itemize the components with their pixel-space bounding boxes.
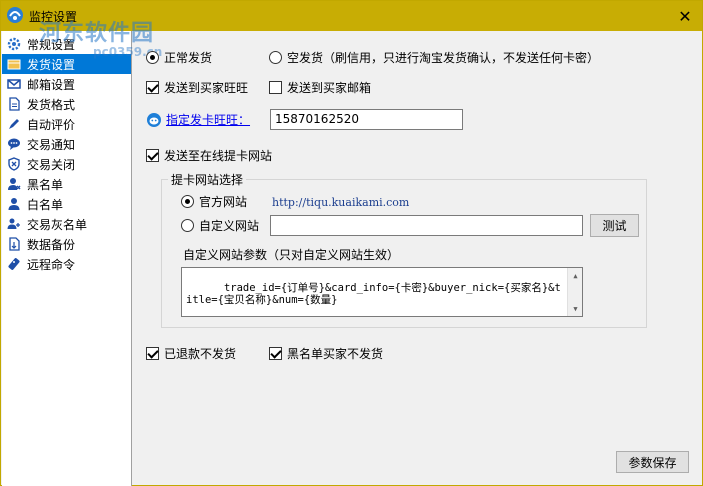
sidebar-item-label: 邮箱设置 [27, 77, 76, 92]
custom-site-radio[interactable]: 自定义网站 [181, 217, 259, 234]
sidebar-item-label: 交易关闭 [27, 157, 76, 172]
sidebar-item-delivery[interactable]: 发货设置 [2, 54, 131, 74]
sidebar-nav: 常规设置 发货设置 邮箱设置 发货格式 自动评价 交易通知 交易关闭 黑名单 白… [2, 31, 132, 486]
package-icon [6, 56, 22, 72]
close-icon: ✕ [678, 6, 692, 26]
checkbox-indicator [269, 81, 282, 94]
textarea-scrollbar[interactable]: ▲ ▼ [567, 268, 582, 316]
radio-indicator [181, 219, 194, 232]
online-site-checkbox[interactable]: 发送至在线提卡网站 [146, 147, 272, 164]
official-site-url: http://tiqu.kuaikami.com [272, 196, 410, 209]
custom-params-textarea[interactable]: trade_id={订单号}&card_info={卡密}&buyer_nick… [181, 267, 583, 317]
sidebar-item-label: 自动评价 [27, 117, 76, 132]
shield-icon [6, 156, 22, 172]
site-select-group-title: 提卡网站选择 [168, 171, 247, 188]
scroll-down-icon[interactable]: ▼ [568, 301, 582, 316]
sidebar-item-remote[interactable]: 远程命令 [2, 254, 131, 274]
users-icon [6, 216, 22, 232]
gear-icon [6, 36, 22, 52]
normal-delivery-radio[interactable]: 正常发货 [146, 49, 212, 66]
sidebar-item-blacklist[interactable]: 黑名单 [2, 174, 131, 194]
sidebar-item-whitelist[interactable]: 白名单 [2, 194, 131, 214]
sidebar-item-close-trade[interactable]: 交易关闭 [2, 154, 131, 174]
checkbox-indicator [146, 149, 159, 162]
scroll-up-icon[interactable]: ▲ [568, 268, 582, 283]
custom-params-text: trade_id={订单号}&card_info={卡密}&buyer_nick… [186, 282, 561, 306]
sidebar-item-label: 常规设置 [27, 37, 76, 52]
document-icon [6, 96, 22, 112]
sidebar-item-label: 白名单 [27, 197, 64, 212]
custom-site-input[interactable] [270, 215, 583, 236]
card-wangwang-link[interactable]: 指定发卡旺旺： [166, 111, 250, 128]
sidebar-item-greylist[interactable]: 交易灰名单 [2, 214, 131, 234]
test-button[interactable]: 测试 [590, 214, 639, 237]
sidebar-item-label: 黑名单 [27, 177, 64, 192]
sidebar-item-format[interactable]: 发货格式 [2, 94, 131, 114]
app-icon [7, 7, 23, 23]
refunded-no-ship-checkbox[interactable]: 已退款不发货 [146, 345, 236, 362]
sidebar-item-label: 数据备份 [27, 237, 76, 252]
sidebar-item-label: 发货设置 [27, 57, 76, 72]
send-email-checkbox[interactable]: 发送到买家邮箱 [269, 79, 371, 96]
official-site-radio[interactable]: 官方网站 [181, 193, 247, 210]
chat-icon [6, 136, 22, 152]
window-title: 监控设置 [29, 10, 78, 24]
sidebar-item-notify[interactable]: 交易通知 [2, 134, 131, 154]
radio-indicator [181, 195, 194, 208]
backup-icon [6, 236, 22, 252]
sidebar-item-email[interactable]: 邮箱设置 [2, 74, 131, 94]
blacklist-no-ship-checkbox[interactable]: 黑名单买家不发货 [269, 345, 383, 362]
sidebar-item-label: 发货格式 [27, 97, 76, 112]
sidebar-item-backup[interactable]: 数据备份 [2, 234, 131, 254]
sidebar-item-label: 交易灰名单 [27, 217, 88, 232]
radio-indicator [146, 51, 159, 64]
title-bar[interactable]: 监控设置 ✕ [1, 1, 702, 31]
empty-delivery-radio[interactable]: 空发货（刷信用，只进行淘宝发货确认，不发送任何卡密） [269, 49, 599, 66]
card-wangwang-input[interactable]: 15870162520 [270, 109, 463, 130]
sidebar-item-review[interactable]: 自动评价 [2, 114, 131, 134]
mail-icon [6, 76, 22, 92]
pen-icon [6, 116, 22, 132]
settings-window: 监控设置 ✕ 常规设置 发货设置 邮箱设置 发货格式 自动评价 交易通知 交易关… [0, 0, 703, 486]
remote-icon [6, 256, 22, 272]
checkbox-indicator [269, 347, 282, 360]
delivery-settings-panel: 正常发货 空发货（刷信用，只进行淘宝发货确认，不发送任何卡密） 发送到买家旺旺 … [133, 31, 703, 486]
custom-params-label: 自定义网站参数（只对自定义网站生效） [183, 248, 400, 262]
send-wangwang-checkbox[interactable]: 发送到买家旺旺 [146, 79, 248, 96]
sidebar-item-label: 交易通知 [27, 137, 76, 152]
checkbox-indicator [146, 81, 159, 94]
sidebar-item-general[interactable]: 常规设置 [2, 34, 131, 54]
sidebar-item-label: 远程命令 [27, 257, 76, 272]
close-button[interactable]: ✕ [668, 1, 702, 31]
checkbox-indicator [146, 347, 159, 360]
radio-indicator [269, 51, 282, 64]
user-block-icon [6, 176, 22, 192]
card-wangwang-row: 指定发卡旺旺： [146, 111, 250, 128]
wangwang-icon [147, 112, 161, 127]
save-params-button[interactable]: 参数保存 [616, 451, 689, 473]
user-icon [6, 196, 22, 212]
